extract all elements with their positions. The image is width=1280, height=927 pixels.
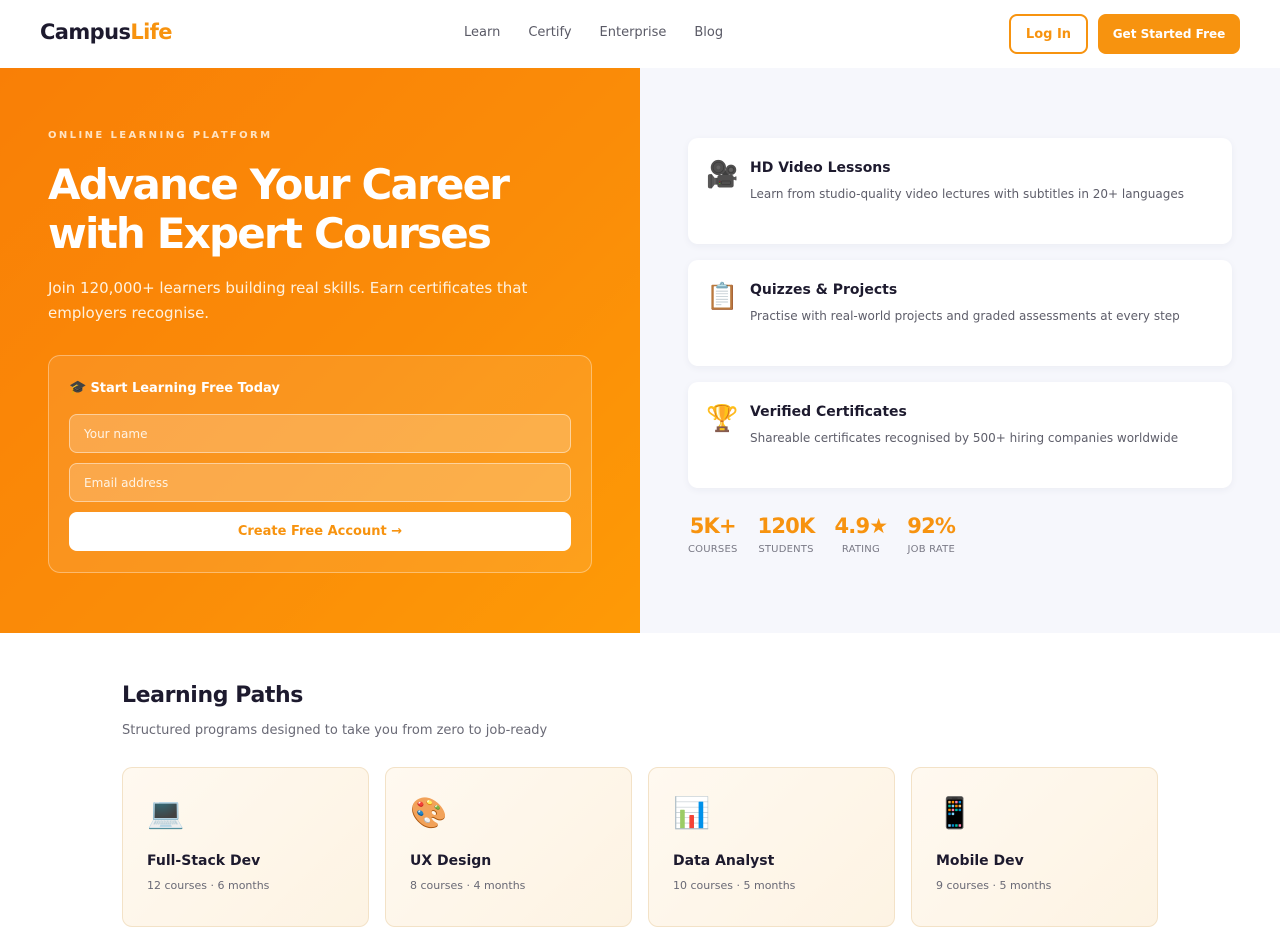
- stat-label: RATING: [841, 544, 880, 555]
- video-camera-icon: 🎥: [706, 160, 739, 190]
- path-title: Full-Stack Dev: [147, 853, 261, 869]
- stat-value: 120K: [757, 514, 816, 538]
- path-meta: 8 courses · 4 months: [410, 879, 526, 892]
- stat-students: 120K STUDENTS: [757, 512, 816, 555]
- get-started-button[interactable]: Get Started Free: [1098, 14, 1240, 54]
- path-title: Data Analyst: [673, 853, 775, 869]
- login-button[interactable]: Log In: [1009, 14, 1088, 54]
- path-card-mobile-dev[interactable]: 📱 Mobile Dev 9 courses · 5 months: [911, 767, 1158, 927]
- path-card-data-analyst[interactable]: 📊 Data Analyst 10 courses · 5 months: [648, 767, 895, 927]
- logo-text-primary: Campus: [40, 20, 131, 44]
- logo-text-accent: Life: [130, 20, 172, 44]
- path-card-ux-design[interactable]: 🎨 UX Design 8 courses · 4 months: [385, 767, 632, 927]
- hero-headline-line-2: with Expert Courses: [48, 209, 492, 258]
- create-account-button[interactable]: Create Free Account →: [69, 512, 571, 551]
- nav-link-certify[interactable]: Certify: [528, 25, 571, 40]
- stat-label: STUDENTS: [758, 544, 814, 555]
- stat-value: 4.9★: [834, 514, 888, 538]
- path-title: UX Design: [410, 853, 492, 869]
- name-input[interactable]: [69, 414, 571, 453]
- signup-form: 🎓 Start Learning Free Today Create Free …: [48, 355, 592, 573]
- feature-description: Shareable certificates recognised by 500…: [750, 431, 1179, 445]
- path-meta: 10 courses · 5 months: [673, 879, 796, 892]
- features-panel: 🎥 HD Video Lessons Learn from studio-qua…: [640, 68, 1280, 633]
- nav-link-enterprise[interactable]: Enterprise: [600, 25, 667, 40]
- stat-rating: 4.9★ RATING: [834, 512, 888, 555]
- feature-card-certificates: 🏆 Verified Certificates Shareable certif…: [688, 382, 1232, 488]
- nav-link-blog[interactable]: Blog: [694, 25, 723, 40]
- hero-section: ONLINE LEARNING PLATFORM Advance Your Ca…: [0, 68, 640, 633]
- nav-links: Learn Certify Enterprise Blog: [464, 25, 723, 40]
- signup-form-title: 🎓 Start Learning Free Today: [69, 380, 280, 396]
- graduation-cap-icon: 🎓: [69, 380, 87, 396]
- palette-icon: 🎨: [410, 796, 448, 831]
- laptop-icon: 💻: [147, 796, 185, 831]
- stat-value: 92%: [907, 514, 956, 538]
- hero-eyebrow: ONLINE LEARNING PLATFORM: [48, 130, 273, 141]
- stat-value: 5K+: [689, 514, 737, 538]
- feature-card-quizzes: 📋 Quizzes & Projects Practise with real-…: [688, 260, 1232, 366]
- clipboard-icon: 📋: [706, 282, 739, 312]
- feature-description: Learn from studio-quality video lectures…: [750, 187, 1184, 201]
- bar-chart-icon: 📊: [673, 796, 711, 831]
- hero-headline-line-1: Advance Your Career: [48, 160, 510, 209]
- learning-paths-subtitle: Structured programs designed to take you…: [122, 723, 548, 738]
- path-meta: 12 courses · 6 months: [147, 879, 270, 892]
- hero-lead-text: Join 120,000+ learners building real ski…: [48, 279, 528, 322]
- signup-form-title-text: Start Learning Free Today: [90, 380, 280, 396]
- learning-paths-title: Learning Paths: [122, 683, 303, 708]
- stat-label: JOB RATE: [907, 544, 955, 555]
- feature-title: Verified Certificates: [750, 404, 907, 420]
- path-meta: 9 courses · 5 months: [936, 879, 1052, 892]
- email-input[interactable]: [69, 463, 571, 502]
- stat-courses: 5K+ COURSES: [688, 512, 738, 555]
- stat-job-rate: 92% JOB RATE: [907, 512, 956, 555]
- feature-title: HD Video Lessons: [750, 160, 891, 176]
- path-card-full-stack[interactable]: 💻 Full-Stack Dev 12 courses · 6 months: [122, 767, 369, 927]
- stats-row: 5K+ COURSES 120K STUDENTS 4.9★ RATING 92…: [688, 512, 956, 555]
- campuslife-logo[interactable]: CampusLife: [40, 20, 173, 44]
- path-title: Mobile Dev: [936, 853, 1024, 869]
- stat-label: COURSES: [688, 544, 738, 555]
- trophy-icon: 🏆: [706, 404, 739, 434]
- top-navigation: CampusLife Learn Certify Enterprise Blog…: [0, 0, 1280, 68]
- feature-title: Quizzes & Projects: [750, 282, 898, 298]
- mobile-phone-icon: 📱: [936, 796, 974, 831]
- feature-description: Practise with real-world projects and gr…: [750, 309, 1180, 323]
- hero-headline: Advance Your Career with Expert Courses: [48, 160, 608, 258]
- feature-card-video: 🎥 HD Video Lessons Learn from studio-qua…: [688, 138, 1232, 244]
- nav-link-learn[interactable]: Learn: [464, 25, 500, 40]
